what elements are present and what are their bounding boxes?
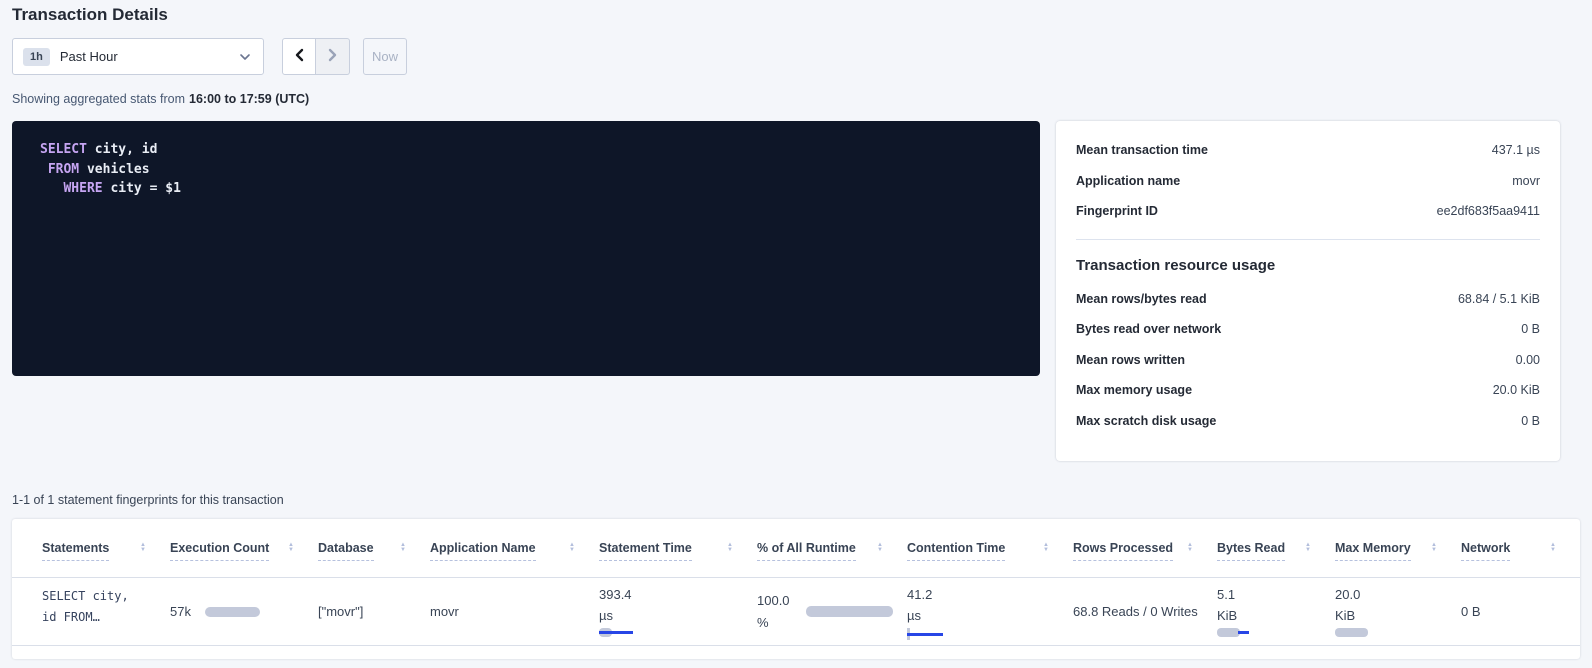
summary-label: Application name [1076, 174, 1512, 188]
sort-icon[interactable]: ▲▼ [1550, 543, 1556, 553]
resource-label: Max memory usage [1076, 383, 1493, 397]
summary-row-fingerprint-id: Fingerprint ID ee2df683f5aa9411 [1076, 196, 1540, 227]
now-button[interactable]: Now [363, 38, 407, 75]
sort-icon[interactable]: ▲▼ [1431, 543, 1437, 553]
contention-time-cell: 41.2 µs [907, 578, 1073, 645]
sort-icon[interactable]: ▲▼ [140, 543, 146, 553]
statements-table-header: Statements ▲▼ Execution Count ▲▼ Databas… [12, 519, 1580, 578]
bytes-read-cell: 5.1 KiB [1217, 578, 1335, 645]
sort-icon[interactable]: ▲▼ [1187, 543, 1193, 553]
transaction-sql-box: SELECT city, id FROM vehicles WHERE city… [12, 121, 1040, 376]
column-header-contention-time[interactable]: Contention Time ▲▼ [907, 541, 1073, 556]
summary-value: 437.1 µs [1492, 143, 1540, 157]
sort-icon[interactable]: ▲▼ [727, 543, 733, 553]
column-header-rows-processed[interactable]: Rows Processed ▲▼ [1073, 541, 1217, 556]
summary-label: Mean transaction time [1076, 143, 1492, 157]
resource-label: Bytes read over network [1076, 322, 1521, 336]
resource-value: 68.84 / 5.1 KiB [1458, 292, 1540, 306]
chevron-down-icon [239, 48, 251, 66]
summary-value: movr [1512, 174, 1540, 188]
aggregated-stats-note: Showing aggregated stats from 16:00 to 17… [12, 92, 1580, 106]
resource-value: 0.00 [1516, 353, 1540, 367]
column-header-statements[interactable]: Statements ▲▼ [42, 541, 170, 556]
statement-fingerprint-link[interactable]: SELECT city, id FROM… [42, 578, 170, 645]
execution-count-cell: 57k [170, 578, 318, 645]
aggregated-stats-range: 16:00 to 17:59 (UTC) [189, 92, 309, 106]
details-row: SELECT city, id FROM vehicles WHERE city… [12, 121, 1580, 461]
statement-row: SELECT city, id FROM… 57k ["movr"] movr … [12, 578, 1580, 646]
statements-table: Statements ▲▼ Execution Count ▲▼ Databas… [12, 519, 1580, 659]
contention-time-bar [907, 628, 1073, 640]
time-range-dropdown[interactable]: 1h Past Hour [12, 38, 264, 75]
pct-of-runtime-cell: 100.0 % [757, 578, 907, 645]
column-header-database[interactable]: Database ▲▼ [318, 541, 430, 556]
sort-icon[interactable]: ▲▼ [288, 543, 294, 553]
transaction-details-page: Transaction Details 1h Past Hour Now Sho… [0, 0, 1592, 659]
previous-interval-button[interactable] [282, 38, 316, 75]
resource-value: 0 B [1521, 322, 1540, 336]
next-interval-button[interactable] [316, 38, 350, 75]
bytes-read-bar [1217, 628, 1335, 640]
application-name-cell: movr [430, 578, 599, 645]
sort-icon[interactable]: ▲▼ [400, 543, 406, 553]
sort-icon[interactable]: ▲▼ [1305, 543, 1311, 553]
resource-value: 20.0 KiB [1493, 383, 1540, 397]
summary-row-mean-transaction-time: Mean transaction time 437.1 µs [1076, 135, 1540, 166]
max-memory-cell: 20.0 KiB [1335, 578, 1461, 645]
column-header-bytes-read[interactable]: Bytes Read ▲▼ [1217, 541, 1335, 556]
network-cell: 0 B [1461, 578, 1580, 645]
summary-label: Fingerprint ID [1076, 204, 1437, 218]
rows-processed-cell: 68.8 Reads / 0 Writes [1073, 578, 1217, 645]
column-header-application-name[interactable]: Application Name ▲▼ [430, 541, 599, 556]
resource-row-max-scratch-disk-usage: Max scratch disk usage 0 B [1076, 406, 1540, 437]
statement-time-bar [599, 628, 757, 640]
resource-value: 0 B [1521, 414, 1540, 428]
resource-row-mean-rows-bytes-read: Mean rows/bytes read 68.84 / 5.1 KiB [1076, 284, 1540, 315]
sort-icon[interactable]: ▲▼ [877, 543, 883, 553]
resource-row-mean-rows-written: Mean rows written 0.00 [1076, 345, 1540, 376]
pct-of-runtime-bar [806, 606, 893, 617]
column-header-network[interactable]: Network ▲▼ [1461, 541, 1580, 556]
resource-row-max-memory-usage: Max memory usage 20.0 KiB [1076, 375, 1540, 406]
sort-icon[interactable]: ▲▼ [569, 543, 575, 553]
max-memory-bar [1335, 628, 1461, 640]
summary-divider [1076, 239, 1540, 240]
resource-label: Max scratch disk usage [1076, 414, 1521, 428]
time-toolbar: 1h Past Hour Now [12, 38, 1580, 75]
sql-keyword: SELECT [40, 142, 87, 157]
column-header-statement-time[interactable]: Statement Time ▲▼ [599, 541, 757, 556]
column-header-execution-count[interactable]: Execution Count ▲▼ [170, 541, 318, 556]
column-header-max-memory[interactable]: Max Memory ▲▼ [1335, 541, 1461, 556]
sql-statement-text: SELECT city, id FROM vehicles WHERE city… [40, 140, 1040, 199]
sort-icon[interactable]: ▲▼ [1043, 543, 1049, 553]
time-range-label: Past Hour [60, 49, 239, 64]
resource-label: Mean rows/bytes read [1076, 292, 1458, 306]
aggregated-stats-prefix: Showing aggregated stats from [12, 92, 185, 106]
resource-label: Mean rows written [1076, 353, 1516, 367]
chevron-left-icon [294, 48, 304, 65]
summary-value: ee2df683f5aa9411 [1437, 204, 1540, 218]
column-header-pct-of-all-runtime[interactable]: % of All Runtime ▲▼ [757, 541, 907, 556]
database-cell: ["movr"] [318, 578, 430, 645]
chevron-right-icon [328, 48, 338, 65]
resource-row-bytes-read-over-network: Bytes read over network 0 B [1076, 314, 1540, 345]
sql-keyword: WHERE [63, 181, 102, 196]
time-range-badge: 1h [23, 48, 50, 66]
statements-count-caption: 1-1 of 1 statement fingerprints for this… [12, 493, 1580, 507]
summary-row-application-name: Application name movr [1076, 166, 1540, 197]
time-pager [282, 38, 350, 75]
page-title: Transaction Details [12, 0, 1580, 25]
statement-time-cell: 393.4 µs [599, 578, 757, 645]
resource-usage-heading: Transaction resource usage [1076, 257, 1540, 274]
sql-keyword: FROM [48, 162, 79, 177]
transaction-summary-card: Mean transaction time 437.1 µs Applicati… [1056, 121, 1560, 461]
execution-count-bar [205, 607, 260, 617]
